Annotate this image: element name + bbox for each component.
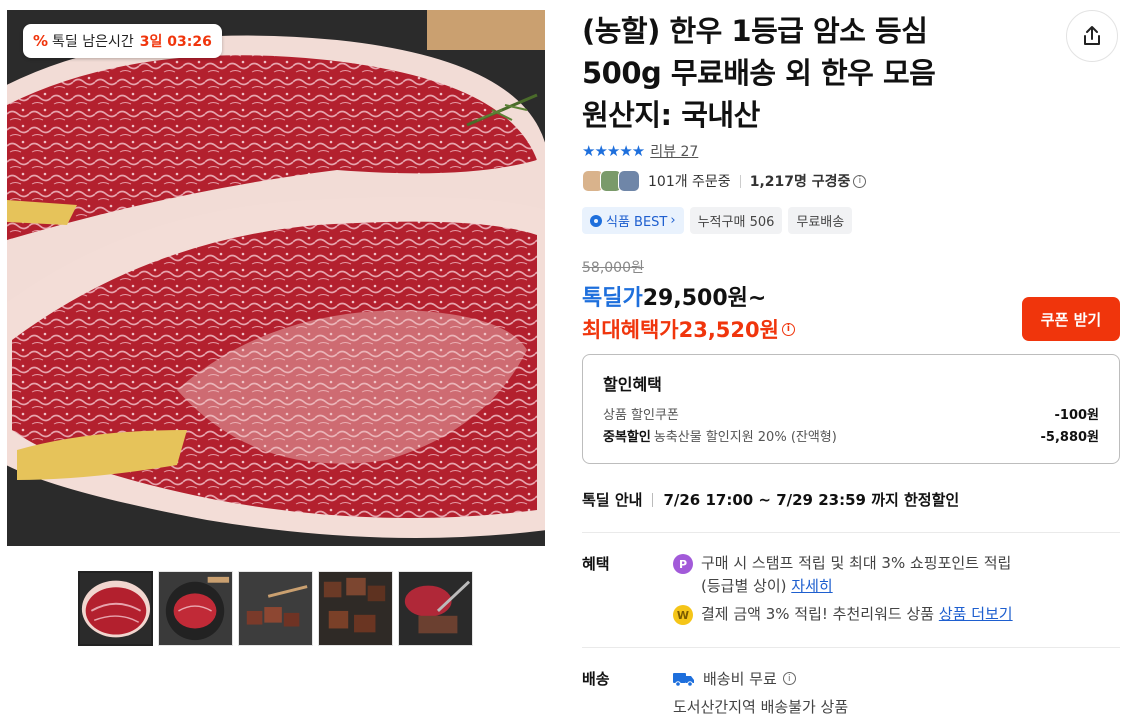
- chevron-right-icon: ›: [670, 213, 676, 228]
- discount-box-title: 할인혜택: [603, 375, 662, 394]
- watching-count: 1,217명 구경중: [749, 174, 851, 190]
- shipping-section-label: 배송: [582, 670, 610, 688]
- get-coupon-button[interactable]: 쿠폰 받기: [1022, 297, 1120, 341]
- product-title-line-3: 원산지: 국내산: [582, 98, 760, 132]
- badge-food-best[interactable]: 식품 BEST ›: [582, 207, 684, 234]
- badge-free-shipping: 무료배송: [788, 207, 853, 234]
- discount-row-amount: -5,880원: [1040, 430, 1099, 445]
- buyer-avatars: [582, 170, 640, 192]
- thumbnail-grilled-pieces: [319, 572, 392, 645]
- badge-cumulative-purchase: 누적구매 506: [689, 207, 783, 234]
- rating-row: ★★★★★ 리뷰 27: [582, 141, 698, 161]
- avatar: [618, 170, 640, 192]
- discount-row-duplicate: 중복할인 농축산물 할인지원 20% (잔액형) -5,880원: [603, 427, 1099, 449]
- discount-row-label: 농축산물 할인지원 20% (잔액형): [653, 430, 837, 445]
- truck-icon: [673, 671, 695, 687]
- benefit-reward-line: W 결제 금액 3% 적립! 추천리워드 상품 상품 더보기: [673, 603, 1013, 626]
- more-products-link[interactable]: 상품 더보기: [939, 605, 1013, 623]
- max-benefit-price-row: 최대혜택가 23,520원 i: [582, 314, 795, 344]
- benefit-reward-text: 결제 금액 3% 적립! 추천리워드 상품: [701, 605, 935, 623]
- benefit-detail-link[interactable]: 자세히: [791, 577, 832, 595]
- discount-row-label: 상품 할인쿠폰: [603, 408, 679, 423]
- benefit-point-note: (등급별 상이): [701, 577, 787, 595]
- product-title: (농할) 한우 1등급 암소 등심 500g 무료배송 외 한우 모음 원산지:…: [582, 10, 1052, 136]
- discount-benefit-box: 할인혜택 상품 할인쿠폰 -100원 중복할인 농축산물 할인지원 20% (잔액…: [582, 354, 1120, 464]
- original-price: 58,000원: [582, 260, 644, 276]
- review-link[interactable]: 리뷰 27: [650, 141, 698, 161]
- share-button[interactable]: [1066, 10, 1118, 62]
- thumbnail-steak-closeup: [80, 573, 151, 644]
- thumbnail-5[interactable]: [398, 571, 473, 646]
- best-badge-icon: [590, 214, 602, 227]
- thumbnail-3[interactable]: [238, 571, 313, 646]
- main-product-image[interactable]: % 톡딜 남은시간 3일 03:26: [7, 10, 545, 546]
- shipping-restriction: 도서산간지역 배송불가 상품: [673, 698, 849, 716]
- discount-row-coupon: 상품 할인쿠폰 -100원: [603, 405, 1099, 427]
- deal-notice-row: 톡딜 안내 7/26 17:00 ~ 7/29 23:59 까지 한정할인: [582, 489, 959, 510]
- thumbnail-2[interactable]: [158, 571, 233, 646]
- benefit-section-label: 혜택: [582, 555, 610, 573]
- timer-value: 3일 03:26: [139, 34, 212, 50]
- star-rating-icon: ★★★★★: [582, 142, 645, 160]
- shipping-fee-line: 배송비 무료 i: [673, 668, 796, 689]
- deal-price-label: 톡딜가: [582, 286, 643, 311]
- product-title-line-1: (농할) 한우 1등급 암소 등심: [582, 14, 928, 48]
- info-icon[interactable]: i: [853, 174, 867, 188]
- shipping-fee-text: 배송비 무료: [703, 670, 777, 688]
- deal-notice-label: 톡딜 안내: [582, 491, 643, 509]
- point-coin-icon: P: [673, 554, 693, 574]
- max-benefit-value: 23,520원: [678, 318, 779, 342]
- deal-timer-badge: % 톡딜 남은시간 3일 03:26: [23, 24, 222, 58]
- benefit-point-line: P 구매 시 스탬프 적립 및 최대 3% 쇼핑포인트 적립 (등급별 상이) …: [673, 552, 1011, 598]
- timer-label: 톡딜 남은시간: [52, 34, 134, 50]
- percent-icon: %: [33, 32, 49, 50]
- deal-notice-period: 7/26 17:00 ~ 7/29 23:59 까지 한정할인: [663, 491, 960, 509]
- beef-steak-image: [7, 10, 545, 546]
- benefit-point-text: 구매 시 스탬프 적립 및 최대 3% 쇼핑포인트 적립: [701, 554, 1012, 572]
- badge-label: 식품 BEST: [606, 215, 668, 230]
- won-coin-icon: W: [673, 605, 693, 625]
- share-icon: [1084, 26, 1100, 45]
- badge-list: 식품 BEST › 누적구매 506 무료배송: [582, 207, 853, 234]
- order-status-row: 101개 주문중 1,217명 구경중 i: [582, 170, 867, 192]
- order-count: 101개 주문중: [648, 174, 731, 190]
- deal-price-value: 29,500원~: [642, 286, 767, 311]
- info-icon[interactable]: i: [782, 672, 796, 685]
- thumbnail-grilled-cubes: [239, 572, 312, 645]
- divider: [582, 647, 1120, 648]
- info-icon[interactable]: i: [781, 322, 795, 336]
- divider: [739, 174, 741, 188]
- deal-price-row: 톡딜가 29,500원~: [582, 280, 766, 312]
- thumbnail-tongs-grill: [399, 572, 472, 645]
- thumbnail-1[interactable]: [78, 571, 153, 646]
- divider: [582, 532, 1120, 533]
- divider: [652, 492, 654, 507]
- thumbnail-strip: [78, 571, 473, 646]
- duplicate-discount-label: 중복할인: [603, 430, 651, 445]
- max-benefit-label: 최대혜택가: [582, 318, 679, 342]
- product-title-line-2: 500g 무료배송 외 한우 모음: [582, 56, 936, 90]
- discount-row-amount: -100원: [1054, 408, 1100, 423]
- thumbnail-4[interactable]: [318, 571, 393, 646]
- thumbnail-steak-plate: [159, 572, 232, 645]
